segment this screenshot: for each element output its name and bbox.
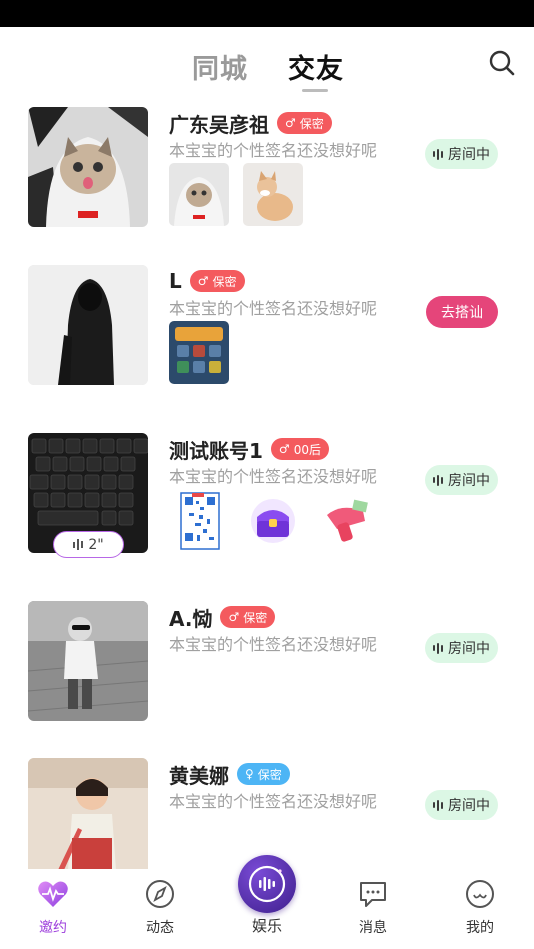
user-signature: 本宝宝的个性签名还没想好呢 xyxy=(169,141,378,160)
tab-make-friends[interactable]: 交友 xyxy=(288,47,344,86)
photo-thumbnail[interactable] xyxy=(169,163,229,226)
photo-thumbnail[interactable] xyxy=(243,163,303,226)
tab-label: 消息 xyxy=(359,920,387,936)
user-name: A.恸 xyxy=(169,606,213,631)
user-row[interactable]: 黄美娜 ♀ 保密 本宝宝的个性签名还没想好呢 房间中 xyxy=(0,750,534,869)
male-icon: ♂ xyxy=(228,610,240,624)
photo-thumbnail[interactable] xyxy=(169,321,229,384)
bottom-tab-bar: 邀约 动态 娱乐 消息 我的 xyxy=(0,855,534,949)
photo-strip xyxy=(169,163,303,226)
user-name: 黄美娜 xyxy=(169,763,229,788)
search-icon[interactable] xyxy=(488,49,516,77)
user-row[interactable]: 广东吴彦祖 ♂ 保密 本宝宝的个性签名还没想好呢 房间中 xyxy=(0,99,534,259)
voice-wave-icon xyxy=(433,799,443,811)
face-icon xyxy=(466,880,494,908)
user-name: 广东吴彦祖 xyxy=(169,112,269,137)
male-icon: ♂ xyxy=(278,442,290,456)
in-room-button[interactable]: 房间中 xyxy=(425,139,498,169)
status-bar xyxy=(0,0,534,27)
active-tab-indicator xyxy=(302,89,328,92)
tab-label: 动态 xyxy=(146,920,174,936)
heart-wave-icon xyxy=(38,881,68,907)
user-name: 测试账号1 xyxy=(169,438,263,463)
tab-moments[interactable]: 动态 xyxy=(130,879,190,937)
photo-thumbnail[interactable] xyxy=(243,489,303,552)
voice-wave-icon xyxy=(73,539,84,550)
user-row[interactable]: L ♂ 保密 本宝宝的个性签名还没想好呢 去搭讪 xyxy=(0,257,534,417)
tab-messages[interactable]: 消息 xyxy=(343,879,403,937)
gender-age-badge: ♂ 保密 xyxy=(277,112,332,134)
voice-wave-icon xyxy=(433,474,443,486)
gender-age-badge: ♂ 保密 xyxy=(189,270,245,292)
tab-mine[interactable]: 我的 xyxy=(450,879,510,937)
in-room-button[interactable]: 房间中 xyxy=(425,790,498,820)
user-row[interactable]: A.恸 ♂ 保密 本宝宝的个性签名还没想好呢 房间中 xyxy=(0,593,534,753)
voice-intro-badge[interactable]: 2" xyxy=(53,531,124,558)
male-icon: ♂ xyxy=(197,274,209,288)
tab-same-city[interactable]: 同城 xyxy=(192,47,248,86)
user-signature: 本宝宝的个性签名还没想好呢 xyxy=(169,467,378,486)
male-icon: ♂ xyxy=(285,116,296,130)
female-icon: ♀ xyxy=(245,767,254,781)
user-row[interactable]: 2" 测试账号1 ♂ 00后 本宝宝的个性签名还没想好呢 房间中 xyxy=(0,425,534,585)
avatar[interactable] xyxy=(28,601,148,721)
avatar[interactable] xyxy=(28,758,148,869)
user-name: L xyxy=(169,269,182,293)
voice-wave-icon xyxy=(433,642,443,654)
avatar[interactable] xyxy=(28,107,148,227)
user-signature: 本宝宝的个性签名还没想好呢 xyxy=(169,792,378,811)
entertainment-center-button[interactable] xyxy=(238,855,296,913)
compass-icon xyxy=(146,880,174,908)
user-list[interactable]: 广东吴彦祖 ♂ 保密 本宝宝的个性签名还没想好呢 房间中 L ♂ 保密 本宝宝的… xyxy=(0,99,534,869)
tab-label-entertainment[interactable]: 娱乐 xyxy=(238,915,296,936)
photo-strip xyxy=(169,321,229,384)
photo-thumbnail[interactable] xyxy=(317,489,377,552)
user-signature: 本宝宝的个性签名还没想好呢 xyxy=(169,635,378,654)
in-room-button[interactable]: 房间中 xyxy=(425,633,498,663)
gender-age-badge: ♂ 00后 xyxy=(270,438,329,460)
in-room-button[interactable]: 房间中 xyxy=(425,465,498,495)
tab-label: 邀约 xyxy=(39,920,67,936)
top-header: 同城 交友 xyxy=(0,27,534,99)
user-signature: 本宝宝的个性签名还没想好呢 xyxy=(169,299,378,318)
chat-bubble-icon xyxy=(360,882,386,907)
gender-age-badge: ♀ 保密 xyxy=(237,763,290,785)
voice-wave-icon xyxy=(433,148,443,160)
tab-invite[interactable]: 邀约 xyxy=(23,879,83,937)
tab-label: 我的 xyxy=(466,920,494,936)
approach-chat-button[interactable]: 去搭讪 xyxy=(426,296,498,328)
photo-thumbnail[interactable] xyxy=(169,489,229,552)
photo-strip xyxy=(169,489,377,552)
gender-age-badge: ♂ 保密 xyxy=(220,606,276,628)
avatar[interactable] xyxy=(28,265,148,385)
voice-room-icon xyxy=(248,865,286,903)
